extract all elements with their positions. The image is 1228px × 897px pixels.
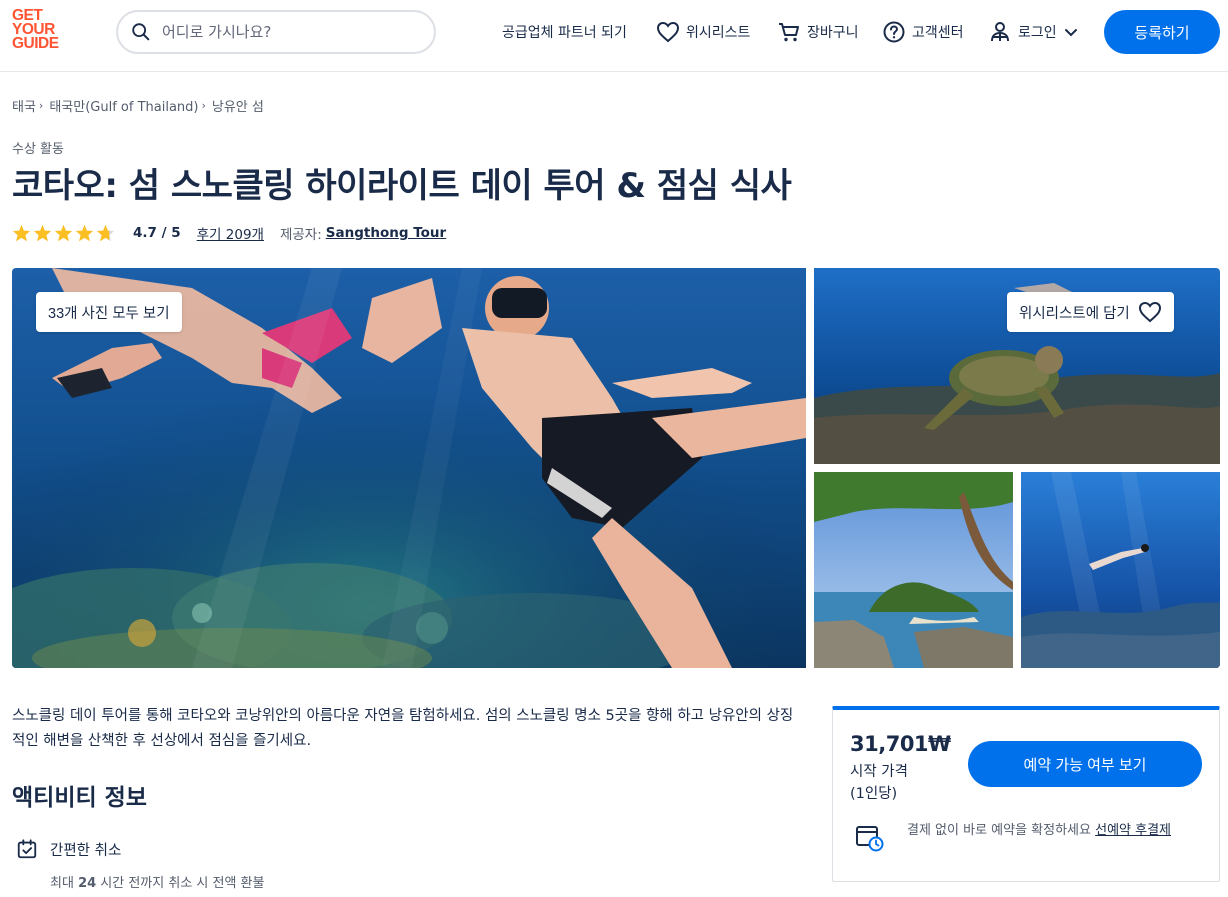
star-partial-icon bbox=[96, 224, 115, 242]
page-title: 코타오: 섬 스노클링 하이라이트 데이 투어 & 점심 식사 bbox=[12, 166, 792, 206]
nav-wishlist[interactable]: 위시리스트 bbox=[656, 20, 750, 44]
nav-supplier[interactable]: 공급업체 파트너 되기 bbox=[502, 20, 627, 44]
info-free-cancellation: 간편한 취소 bbox=[16, 838, 121, 860]
star-full-icon bbox=[12, 224, 31, 242]
breadcrumb-item-thailand[interactable]: 태국 bbox=[12, 96, 36, 115]
booking-card: 31,701₩ 시작 가격 (1인당) 예약 가능 여부 보기 결제 없이 바로… bbox=[832, 706, 1220, 882]
view-all-photos-button[interactable]: 33개 사진 모두 보기 bbox=[36, 292, 182, 332]
activity-description: 스노클링 데이 투어를 통해 코타오와 코낭위안의 아름다운 자연을 탐험하세요… bbox=[12, 708, 794, 749]
search-input[interactable] bbox=[162, 23, 422, 41]
nav-supplier-label: 공급업체 파트너 되기 bbox=[502, 25, 627, 41]
breadcrumb-item-koh-nang-yuan[interactable]: 낭유안 섬 bbox=[212, 96, 264, 115]
rating-stars bbox=[12, 224, 117, 242]
price-from-label: 시작 가격 bbox=[850, 764, 908, 780]
reserve-description: 결제 없이 바로 예약을 확정하세요 bbox=[907, 823, 1096, 838]
provider-label: 제공자: bbox=[279, 227, 322, 243]
signup-button[interactable]: 등록하기 bbox=[1104, 10, 1220, 54]
nav-login[interactable]: 로그인 bbox=[988, 20, 1079, 44]
wishlist-button-label: 위시리스트에 담기 bbox=[1019, 305, 1130, 322]
gallery-photo-island[interactable] bbox=[814, 472, 1013, 668]
cancel-sub-suffix: 시간 전까지 취소 시 전액 환불 bbox=[96, 876, 265, 891]
chevron-down-icon bbox=[1064, 29, 1077, 37]
nav-help-label: 고객센터 bbox=[912, 25, 964, 41]
price-value: 31,701₩ bbox=[850, 732, 951, 756]
island-viewpoint-image bbox=[814, 472, 1013, 668]
search-icon bbox=[132, 23, 150, 41]
rating-value: 4.7 / 5 bbox=[133, 225, 181, 241]
freediver-image bbox=[1021, 472, 1220, 668]
reserve-now-pay-later: 결제 없이 바로 예약을 확정하세요 선예약 후결제 bbox=[855, 820, 1205, 852]
nav-login-label: 로그인 bbox=[1018, 25, 1057, 41]
provider-link[interactable]: Sangthong Tour bbox=[326, 225, 446, 241]
nav-cart[interactable]: 장바구니 bbox=[777, 20, 859, 44]
check-availability-button[interactable]: 예약 가능 여부 보기 bbox=[968, 741, 1202, 787]
heart-icon bbox=[1138, 301, 1161, 323]
calendar-clock-icon bbox=[856, 826, 884, 852]
logo-line-3: GUIDE bbox=[12, 35, 59, 52]
activity-category: 수상 활동 bbox=[12, 142, 64, 157]
activity-info-title: 액티비티 정보 bbox=[12, 785, 147, 811]
star-full-icon bbox=[33, 224, 52, 242]
help-icon bbox=[883, 21, 905, 43]
nav-wishlist-label: 위시리스트 bbox=[686, 25, 751, 41]
gallery-photo-diver[interactable] bbox=[1021, 472, 1220, 668]
cancel-title: 간편한 취소 bbox=[50, 842, 122, 859]
star-full-icon bbox=[54, 224, 73, 242]
globe-user-icon bbox=[991, 22, 1009, 42]
getyourguide-logo[interactable]: GET YOUR GUIDE bbox=[12, 8, 72, 52]
reserve-now-pay-later-link[interactable]: 선예약 후결제 bbox=[1095, 823, 1171, 838]
breadcrumb-separator-icon: › bbox=[201, 99, 206, 112]
reviews-link[interactable]: 후기 209개 bbox=[197, 223, 264, 243]
nav-cart-label: 장바구니 bbox=[807, 25, 859, 41]
rating-row: 4.7 / 5 후기 209개 제공자: Sangthong Tour bbox=[12, 222, 446, 244]
cancel-sub-prefix: 최대 bbox=[50, 876, 79, 891]
nav-help[interactable]: 고객센터 bbox=[882, 20, 964, 44]
breadcrumb-separator-icon: › bbox=[38, 99, 44, 112]
calendar-check-icon bbox=[17, 839, 37, 859]
heart-icon bbox=[656, 21, 680, 43]
search-bar[interactable] bbox=[116, 10, 436, 54]
header: GET YOUR GUIDE 공급업체 파트너 되기 위시리스트 장바구니 bbox=[0, 0, 1228, 72]
reserve-text: 결제 없이 바로 예약을 확정하세요 선예약 후결제 bbox=[907, 820, 1171, 841]
breadcrumb-item-gulf[interactable]: 태국만(Gulf of Thailand) bbox=[49, 96, 198, 115]
price-per-person: (1인당) bbox=[850, 786, 898, 802]
cancel-subtitle: 최대 24 시간 전까지 취소 시 전액 환불 bbox=[50, 872, 264, 891]
add-to-wishlist-button[interactable]: 위시리스트에 담기 bbox=[1007, 292, 1174, 332]
cart-icon bbox=[779, 23, 799, 42]
cancel-hours: 24 bbox=[78, 876, 97, 891]
star-full-icon bbox=[75, 224, 94, 242]
breadcrumb: 태국 › 태국만(Gulf of Thailand) › 낭유안 섬 bbox=[12, 96, 264, 115]
